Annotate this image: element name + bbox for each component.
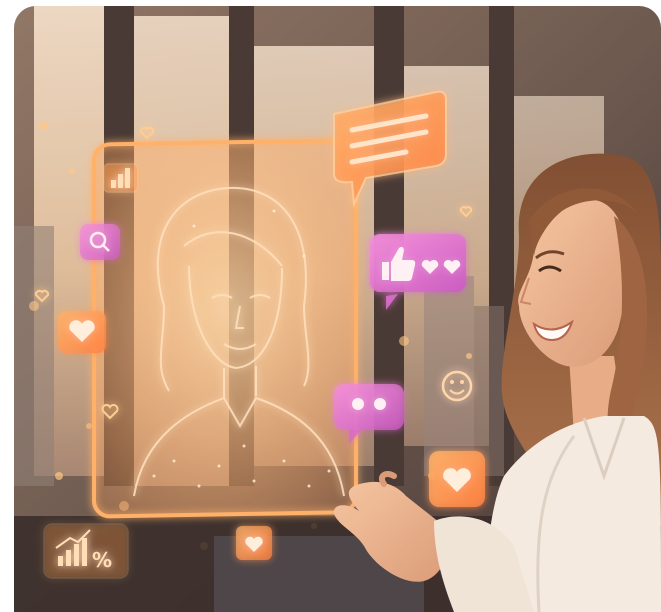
photo-frame: % xyxy=(14,6,661,612)
scene-illustration: % xyxy=(14,6,661,612)
